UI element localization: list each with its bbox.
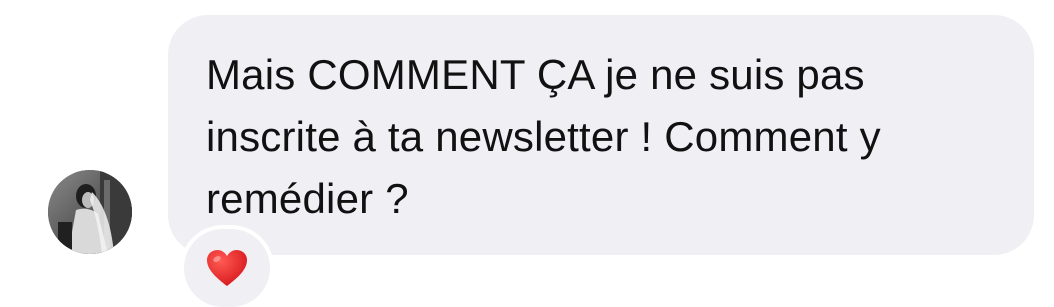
sender-avatar[interactable] (48, 170, 132, 254)
message-text: Mais COMMENT ÇA je ne suis pas inscrite … (206, 51, 881, 222)
reaction-badge[interactable] (184, 229, 270, 307)
red-heart-icon (207, 250, 247, 286)
profile-photo-icon (48, 170, 132, 254)
message-bubble[interactable]: Mais COMMENT ÇA je ne suis pas inscrite … (168, 15, 1034, 255)
